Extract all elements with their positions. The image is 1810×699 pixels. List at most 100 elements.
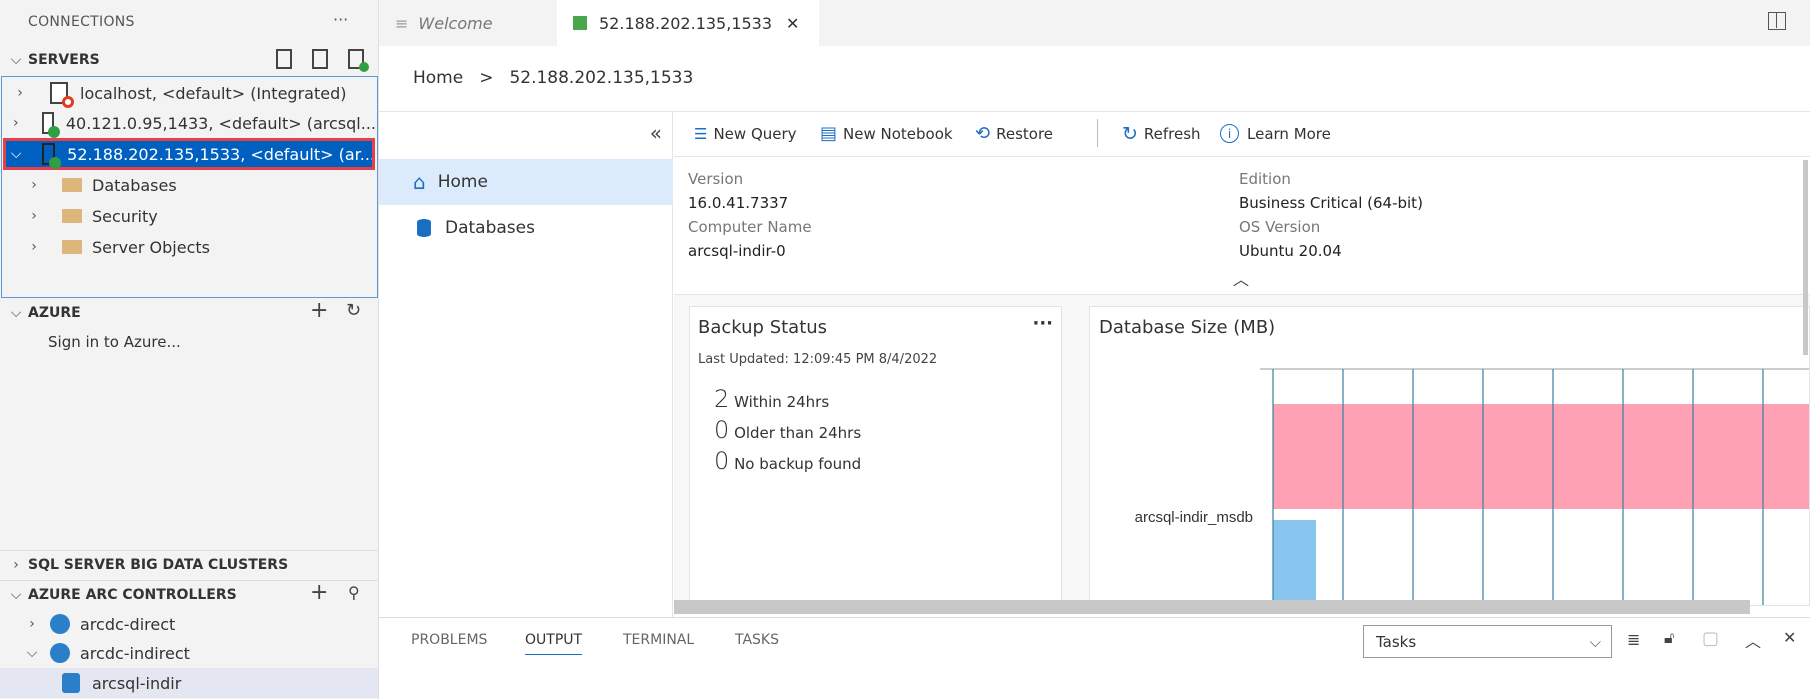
stat-no-backup: 0 No backup found [714,447,862,475]
lock-icon[interactable]: 🔓︎ [1664,628,1674,648]
dashboard-nav: « ⌂ Home Databases [379,111,673,617]
refresh-button[interactable]: ↻ Refresh [1122,111,1201,156]
os-version-label: OS Version [1239,218,1321,236]
dashboard-icon [573,16,587,30]
refresh-icon: ↻ [1122,122,1138,145]
controller-icon [50,643,70,663]
tree-label: Security [92,206,158,226]
arc-item-sql[interactable]: arcsql-indir [0,668,378,698]
database-icon [417,219,431,237]
info-icon: i [1220,124,1239,143]
breadcrumb: Home >52.188.202.135,1533 [413,68,693,88]
os-version-value: Ubuntu 20.04 [1239,242,1342,260]
nav-item-home[interactable]: ⌂ Home [379,159,673,205]
panel-tab-problems[interactable]: PROBLEMS [411,632,487,648]
server-icon [42,143,62,169]
restore-button[interactable]: ⟲ Restore [975,111,1053,156]
horizontal-scrollbar[interactable] [674,600,1750,614]
learn-more-button[interactable]: i Learn More [1220,111,1331,156]
tree-label: arcdc-indirect [80,643,190,663]
button-label: Learn More [1247,124,1331,143]
tree-label: Databases [92,175,177,195]
new-notebook-button[interactable]: ▤ New Notebook [820,111,953,156]
bottom-panel: PROBLEMS OUTPUT TERMINAL TASKS Tasks ⌵ ≣ … [379,617,1810,699]
tree-item-server-objects[interactable]: › Server Objects [0,232,378,262]
new-connection-icon[interactable] [276,49,300,73]
version-value: 16.0.41.7337 [688,194,789,212]
nav-label: Databases [445,218,535,238]
arc-item-indirect[interactable]: ⌵ arcdc-indirect [0,638,378,668]
select-value: Tasks [1376,632,1417,651]
button-label: New Query [713,124,797,143]
server-label: 40.121.0.95,1433, <default> (arcsql... [65,113,376,133]
computer-name-label: Computer Name [688,218,812,236]
button-label: Refresh [1143,124,1201,143]
database-size-widget: Database Size (MB) arcsql-indir_msdb [1089,306,1810,606]
connections-header: CONNECTIONS [28,14,135,30]
arc-item-direct[interactable]: › arcdc-direct [0,609,378,639]
tree-item-databases[interactable]: › Databases [0,170,378,200]
new-query-button[interactable]: ☰ New Query [694,111,797,156]
new-server-group-icon[interactable] [312,49,336,73]
close-icon[interactable]: ✕ [786,14,799,33]
panel-tab-output[interactable]: OUTPUT [525,632,583,655]
collapse-nav-icon[interactable]: « [650,121,662,145]
tree-label: Server Objects [92,237,210,257]
nav-label: Home [437,172,488,192]
breadcrumb-home[interactable]: Home [413,68,463,88]
open-log-icon[interactable]: ▢ [1702,628,1719,649]
nav-item-databases[interactable]: Databases [379,205,673,251]
panel-tab-terminal[interactable]: TERMINAL [623,632,694,648]
close-panel-icon[interactable]: ✕ [1783,628,1796,647]
tab-server-dashboard[interactable]: 52.188.202.135,1533 ✕ [557,0,819,46]
tab-label: Welcome [418,13,493,33]
server-item-40-121[interactable]: › 40.121.0.95,1433, <default> (arcsql... [2,108,376,138]
tree-item-security[interactable]: › Security [0,201,378,231]
edition-value: Business Critical (64-bit) [1239,194,1423,212]
tab-welcome[interactable]: ≡ Welcome [379,0,557,46]
notebook-icon: ▤ [820,123,838,144]
server-icon [50,82,74,108]
sign-in-azure-link[interactable]: Sign in to Azure... [48,333,181,351]
active-connections-icon[interactable] [348,49,372,73]
category-label: arcsql-indir_msdb [1134,509,1253,526]
computer-name-value: arcsql-indir-0 [688,242,786,260]
output-channel-select[interactable]: Tasks ⌵ [1363,625,1612,658]
server-item-52-188[interactable]: ⌵ 52.188.202.135,1533, <default> (ar... [3,138,375,170]
tab-label: 52.188.202.135,1533 [599,13,773,33]
add-icon[interactable]: + [310,298,328,323]
connect-controller-icon[interactable]: ⚲ [348,583,360,602]
maximize-panel-icon[interactable]: ︿ [1745,628,1761,652]
button-label: Restore [996,124,1054,143]
breadcrumb-separator: > [479,68,494,88]
sql-instance-icon [62,673,80,693]
folder-icon [62,178,82,192]
server-label: localhost, <default> (Integrated) [80,83,347,103]
panel-tab-tasks[interactable]: TASKS [735,632,779,648]
divider [674,156,1810,157]
more-icon[interactable]: ··· [1032,313,1053,334]
azure-title: AZURE [28,305,81,321]
database-size-chart [1260,368,1809,605]
controller-icon [50,614,70,634]
clear-output-icon[interactable]: ≣ [1627,630,1640,649]
edition-label: Edition [1239,170,1291,188]
tree-label: arcdc-direct [80,614,176,634]
backup-status-widget: Backup Status ··· Last Updated: 12:09:45… [689,306,1062,606]
editor-tabs: ≡ Welcome 52.188.202.135,1533 ✕ [379,0,1810,46]
vertical-scrollbar[interactable] [1803,160,1808,355]
server-item-localhost[interactable]: › localhost, <default> (Integrated) [2,78,376,108]
document-icon: ≡ [395,13,409,33]
big-data-section-header[interactable]: › SQL SERVER BIG DATA CLUSTERS [0,550,378,580]
toolbar-divider [1097,119,1098,147]
add-controller-icon[interactable]: + [310,580,328,605]
arc-title: AZURE ARC CONTROLLERS [28,587,237,603]
chevron-down-icon: ⌵ [1589,632,1601,651]
more-actions-icon[interactable]: ··· [333,10,348,29]
servers-title: SERVERS [28,52,100,68]
breadcrumb-current[interactable]: 52.188.202.135,1533 [509,68,693,88]
refresh-icon[interactable]: ↻ [346,300,361,321]
backup-stats: 2 Within 24hrs 0 Older than 24hrs 0 No b… [714,385,861,478]
split-editor-icon[interactable] [1768,12,1786,30]
collapse-info-icon[interactable]: ︿ [1233,266,1249,290]
